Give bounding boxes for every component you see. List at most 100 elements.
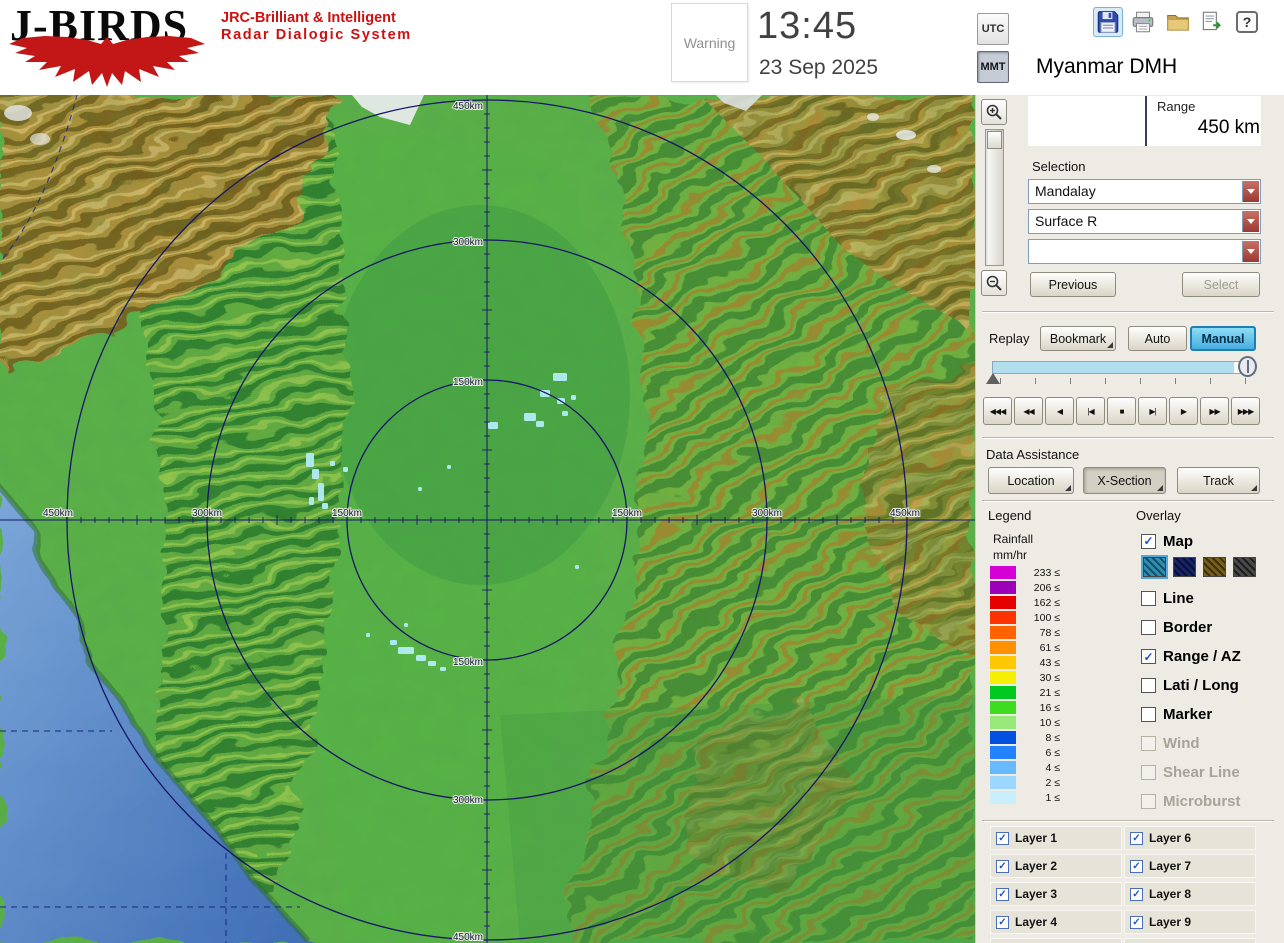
help-button[interactable]: ? bbox=[1232, 7, 1262, 37]
overlay-style-swatch[interactable] bbox=[1141, 555, 1168, 579]
replay-slider-thumb[interactable] bbox=[1238, 356, 1257, 377]
zoom-in-button[interactable] bbox=[981, 99, 1007, 125]
legend-row: 8 ≤ bbox=[990, 730, 1060, 745]
chevron-down-icon[interactable] bbox=[1242, 181, 1259, 202]
overlay-item-lati-long[interactable]: Lati / Long bbox=[1141, 671, 1241, 700]
svg-text:450km: 450km bbox=[453, 101, 483, 112]
layer-row[interactable]: ✓ Layer 4 bbox=[990, 910, 1122, 934]
checkbox[interactable] bbox=[1141, 765, 1156, 780]
layer-row[interactable]: ✓ Layer 8 bbox=[1124, 882, 1256, 906]
playback-button-3[interactable]: |◀ bbox=[1076, 397, 1105, 425]
checkbox[interactable]: ✓ bbox=[1130, 915, 1143, 929]
layer-row[interactable]: ✓ Layer 6 bbox=[1124, 826, 1256, 850]
radar-map[interactable]: 450km 300km 150km 150km 300km 450km 450km 300km… bbox=[0, 95, 975, 943]
zoom-out-button[interactable] bbox=[981, 270, 1007, 296]
previous-button[interactable]: Previous bbox=[1030, 272, 1116, 297]
bookmark-button[interactable]: Bookmark bbox=[1040, 326, 1116, 351]
select-button[interactable]: Select bbox=[1182, 272, 1260, 297]
checkbox[interactable]: ✓ bbox=[1130, 887, 1143, 901]
xsection-button[interactable]: X-Section bbox=[1083, 467, 1166, 494]
logo-subtitle: JRC-Brilliant & Intelligent Radar Dialog… bbox=[221, 10, 412, 44]
layer-label: Layer 2 bbox=[1015, 859, 1058, 873]
product-combo[interactable]: Surface R bbox=[1028, 209, 1261, 234]
replay-slider-track[interactable] bbox=[992, 361, 1255, 374]
chevron-down-icon[interactable] bbox=[1242, 241, 1259, 262]
utc-button[interactable]: UTC bbox=[977, 13, 1009, 45]
playback-button-5[interactable]: ▶| bbox=[1138, 397, 1167, 425]
print-button[interactable] bbox=[1128, 7, 1158, 37]
legend-swatch bbox=[990, 761, 1016, 774]
legend-value: 233 ≤ bbox=[1033, 566, 1060, 579]
svg-text:450km: 450km bbox=[890, 508, 920, 519]
svg-text:450km: 450km bbox=[453, 932, 483, 943]
separator bbox=[982, 311, 1274, 313]
playback-button-7[interactable]: ▶▶ bbox=[1200, 397, 1229, 425]
slider-tick bbox=[1140, 378, 1141, 384]
layer-row-partial[interactable]: ✓ bbox=[1124, 938, 1256, 943]
legend-swatch bbox=[990, 581, 1016, 594]
mmt-button[interactable]: MMT bbox=[977, 51, 1009, 83]
svg-text:300km: 300km bbox=[453, 237, 483, 248]
overlay-item-microburst[interactable]: Microburst bbox=[1141, 787, 1241, 816]
replay-slider-ticks bbox=[1000, 378, 1256, 386]
track-button[interactable]: Track bbox=[1177, 467, 1260, 494]
layer-row[interactable]: ✓ Layer 2 bbox=[990, 854, 1122, 878]
layer-row[interactable]: ✓ Layer 1 bbox=[990, 826, 1122, 850]
checkbox[interactable]: ✓ bbox=[996, 831, 1009, 845]
replay-start-marker-icon bbox=[986, 373, 1000, 384]
checkbox[interactable]: ✓ bbox=[996, 859, 1009, 873]
playback-button-4[interactable]: ■ bbox=[1107, 397, 1136, 425]
zoom-slider-track[interactable] bbox=[985, 129, 1004, 266]
checkbox[interactable] bbox=[1141, 591, 1156, 606]
checkbox[interactable]: ✓ bbox=[1130, 859, 1143, 873]
open-folder-button[interactable] bbox=[1163, 7, 1193, 37]
layer-row[interactable]: ✓ Layer 3 bbox=[990, 882, 1122, 906]
checkbox[interactable] bbox=[1141, 736, 1156, 751]
legend-value: 2 ≤ bbox=[1045, 776, 1060, 789]
layer-row[interactable]: ✓ Layer 9 bbox=[1124, 910, 1256, 934]
checkbox[interactable] bbox=[1141, 620, 1156, 635]
checkbox[interactable]: ✓ bbox=[996, 887, 1009, 901]
save-button[interactable] bbox=[1093, 7, 1123, 37]
checkbox[interactable] bbox=[1141, 794, 1156, 809]
layer-row[interactable]: ✓ Layer 7 bbox=[1124, 854, 1256, 878]
print-icon bbox=[1132, 11, 1154, 33]
overlay-item-shear-line[interactable]: Shear Line bbox=[1141, 758, 1241, 787]
overlay-style-swatch[interactable] bbox=[1203, 557, 1226, 577]
checkbox[interactable] bbox=[1141, 678, 1156, 693]
site-combo[interactable]: Mandalay bbox=[1028, 179, 1261, 204]
checkbox[interactable]: ✓ bbox=[996, 915, 1009, 929]
playback-button-0[interactable]: ◀◀◀ bbox=[983, 397, 1012, 425]
warning-panel[interactable]: Warning bbox=[671, 3, 748, 82]
checkbox[interactable] bbox=[1141, 707, 1156, 722]
legend-swatch bbox=[990, 626, 1016, 639]
export-button[interactable] bbox=[1197, 7, 1227, 37]
extra-combo[interactable] bbox=[1028, 239, 1261, 264]
overlay-item-wind[interactable]: Wind bbox=[1141, 729, 1241, 758]
overlay-item-line[interactable]: Line bbox=[1141, 584, 1241, 613]
layers-right: ✓ Layer 6 ✓ Layer 7 ✓ Layer 8 ✓ Layer 9 ✓ bbox=[1124, 826, 1256, 943]
chevron-down-icon[interactable] bbox=[1242, 211, 1259, 232]
legend-row: 162 ≤ bbox=[990, 595, 1060, 610]
playback-button-1[interactable]: ◀◀ bbox=[1014, 397, 1043, 425]
zoom-slider-thumb[interactable] bbox=[987, 131, 1002, 149]
checkbox[interactable]: ✓ bbox=[1141, 533, 1156, 549]
overlay-item-range-az[interactable]: ✓ Range / AZ bbox=[1141, 642, 1241, 671]
legend-value: 78 ≤ bbox=[1039, 626, 1060, 639]
overlay-style-swatch[interactable] bbox=[1173, 557, 1196, 577]
overlay-item-marker[interactable]: Marker bbox=[1141, 700, 1241, 729]
overlay-item-map[interactable]: ✓ Map bbox=[1141, 529, 1193, 553]
overlay-item-label: Lati / Long bbox=[1163, 677, 1239, 694]
playback-button-6[interactable]: ▶ bbox=[1169, 397, 1198, 425]
overlay-style-swatch[interactable] bbox=[1233, 557, 1256, 577]
overlay-item-border[interactable]: Border bbox=[1141, 613, 1241, 642]
location-button[interactable]: Location bbox=[988, 467, 1074, 494]
layer-row-partial[interactable]: ✓ bbox=[990, 938, 1122, 943]
playback-button-8[interactable]: ▶▶▶ bbox=[1231, 397, 1260, 425]
auto-button[interactable]: Auto bbox=[1128, 326, 1187, 351]
checkbox[interactable]: ✓ bbox=[1130, 831, 1143, 845]
slider-tick bbox=[1035, 378, 1036, 384]
checkbox[interactable]: ✓ bbox=[1141, 649, 1156, 664]
manual-button[interactable]: Manual bbox=[1190, 326, 1256, 351]
playback-button-2[interactable]: ◀ bbox=[1045, 397, 1074, 425]
